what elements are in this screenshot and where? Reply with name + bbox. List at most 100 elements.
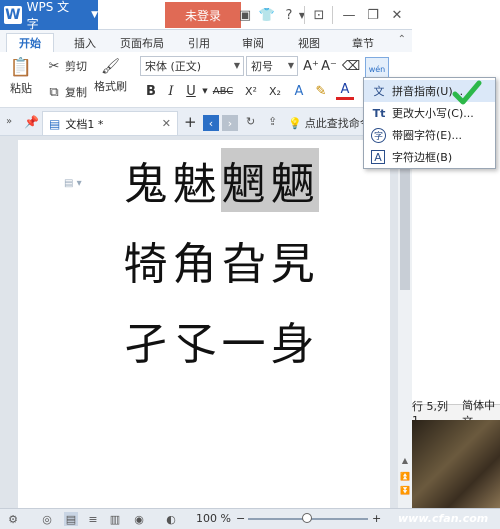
tab-home[interactable]: 开始 (6, 33, 54, 52)
page-up-icon[interactable]: ⏫ (399, 470, 411, 482)
font-color-icon[interactable]: A (336, 82, 354, 100)
eye-icon[interactable]: ◐ (164, 512, 178, 526)
selected-char: 魉 (270, 148, 319, 212)
app-menu-button[interactable]: W WPS 文字 ▼ (0, 0, 98, 31)
tab-review[interactable]: 审阅 (234, 33, 272, 52)
close-icon[interactable]: ✕ (162, 117, 171, 130)
italic-button[interactable]: I (162, 82, 180, 100)
copy-label: 复制 (65, 86, 87, 99)
char: 身 (270, 319, 319, 370)
change-case-icon: Tt (372, 106, 386, 120)
zoom-out-icon[interactable]: − (236, 512, 245, 525)
zoom-in-icon[interactable]: + (372, 512, 381, 525)
tab-view[interactable]: 视图 (290, 33, 328, 52)
char: 角 (172, 239, 221, 290)
superscript-button[interactable]: X² (240, 82, 262, 100)
share-icon[interactable]: ⇪ (268, 115, 277, 128)
zoom-level[interactable]: 100 % (196, 512, 231, 525)
enclosed-char-icon: 字 (371, 127, 386, 143)
highlight-icon[interactable]: ✎ (312, 82, 330, 100)
document-area: ▤ ▾ 鬼 魅 魍 魉 犄 角 旮 旯 孑 孓 一 身 (0, 136, 412, 508)
font-size-select[interactable]: 初号 ▼ (246, 56, 298, 76)
restore-icon[interactable]: ❐ (364, 6, 382, 24)
paste-button[interactable]: 📋 粘贴 (10, 56, 32, 96)
menu-item-char-border[interactable]: A 字符边框(B) (364, 146, 495, 168)
document-tab-name: 文档1 * (65, 117, 104, 131)
tab-page-layout[interactable]: 页面布局 (114, 33, 170, 52)
page-marker-icon: ▤ ▾ (64, 178, 82, 189)
grow-font-icon[interactable]: A⁺ (302, 57, 320, 75)
copy-icon: ⧉ (49, 84, 59, 100)
divider (304, 6, 305, 24)
refresh-icon[interactable]: ↻ (246, 115, 255, 128)
menu-item-label: 字符边框(B) (392, 151, 453, 164)
strikethrough-button[interactable]: ABC (210, 82, 236, 100)
vertical-scrollbar[interactable]: ▲ ⏫ ⏬ (398, 136, 412, 508)
menu-item-enclosed-char[interactable]: 字 带圈字符(E)... (364, 124, 495, 146)
status-bar: ⚙ ◎ ▤ ≡ ▥ ◉ ◐ 100 % − + www.cfan.com (0, 508, 500, 529)
pin-icon[interactable]: 📌 (24, 115, 39, 129)
tab-insert[interactable]: 插入 (66, 33, 104, 52)
prev-tab-icon[interactable]: ‹ (203, 115, 219, 131)
document-page[interactable]: ▤ ▾ 鬼 魅 魍 魉 犄 角 旮 旯 孑 孓 一 身 (18, 140, 390, 508)
ribbon-home: 📋 粘贴 ✂ 剪切 ⧉ 复制 🖌 格式刷 宋体 (正文) ▼ 初号 ▼ A⁺ A… (0, 52, 412, 108)
bold-button[interactable]: B (142, 82, 160, 100)
copy-button[interactable]: ⧉ 复制 (46, 84, 87, 100)
subscript-button[interactable]: X₂ (264, 82, 286, 100)
cut-button[interactable]: ✂ 剪切 (46, 58, 87, 74)
char: 旮 (221, 239, 270, 290)
chevron-down-icon: ▼ (287, 61, 294, 70)
char: 鬼 (123, 159, 172, 210)
text-line-3: 孑 孓 一 身 (123, 308, 319, 372)
page-down-icon[interactable]: ⏬ (399, 484, 411, 496)
char: 魅 (172, 159, 221, 210)
char: 旯 (270, 239, 319, 290)
ribbon-tabs: 开始 插入 页面布局 引用 审阅 视图 章节 ⌃ (0, 30, 412, 52)
document-tab[interactable]: ▤ 文档1 * ✕ (42, 111, 178, 135)
skin-icon[interactable]: ▣ (236, 6, 254, 24)
scroll-up-icon[interactable]: ▲ (399, 454, 411, 466)
text-effect-icon[interactable]: A (290, 82, 308, 100)
page-view-icon[interactable]: ▤ (64, 512, 78, 526)
close-icon[interactable]: ✕ (388, 6, 406, 24)
char: 孓 (172, 319, 221, 370)
tab-references[interactable]: 引用 (180, 33, 218, 52)
web-view-icon[interactable]: ▥ (108, 512, 122, 526)
protect-icon[interactable]: ◉ (132, 512, 146, 526)
font-name-select[interactable]: 宋体 (正文) ▼ (140, 56, 244, 76)
clear-format-icon[interactable]: ⌫ (342, 57, 360, 75)
wps-logo-icon: W (4, 6, 22, 24)
pinyin-badge: wén (368, 64, 386, 74)
login-button[interactable]: 未登录 (165, 2, 241, 28)
checkmark-icon (452, 80, 482, 105)
font-name-value: 宋体 (正文) (145, 60, 202, 73)
menu-item-label: 带圈字符(E)... (392, 129, 463, 142)
minimize-icon[interactable]: — (340, 6, 358, 24)
next-tab-icon[interactable]: › (222, 115, 238, 131)
paste-label: 粘贴 (10, 82, 32, 95)
cut-label: 剪切 (65, 60, 87, 73)
text-line-2: 犄 角 旮 旯 (123, 228, 319, 292)
char: 孑 (123, 319, 172, 370)
reading-mode-icon[interactable]: ◎ (40, 512, 54, 526)
shirt-icon[interactable]: 👕 (258, 6, 276, 24)
shrink-font-icon[interactable]: A⁻ (320, 57, 338, 75)
tab-section[interactable]: 章节 (344, 33, 382, 52)
chevron-up-icon[interactable]: ⌃ (398, 34, 406, 45)
background-photo (412, 420, 500, 508)
scissors-icon: ✂ (48, 58, 60, 74)
background-statusbar: 行 5,列 1 简体中文 (412, 399, 500, 428)
outline-view-icon[interactable]: ≡ (86, 512, 100, 526)
pin-window-icon[interactable]: ⊡ (310, 6, 328, 24)
watermark: www.cfan.com (398, 512, 489, 525)
zoom-slider-knob[interactable] (302, 513, 312, 523)
font-size-value: 初号 (251, 60, 273, 73)
lightbulb-icon: 💡 (288, 116, 302, 130)
format-painter-button[interactable]: 🖌 格式刷 (94, 56, 127, 94)
chevron-down-icon[interactable]: ▼ (293, 6, 311, 24)
collapse-panel-icon[interactable]: » (6, 116, 12, 127)
selected-char: 魍 (221, 148, 270, 212)
find-command-hint[interactable]: 💡 点此查找命令 (288, 115, 371, 131)
new-tab-icon[interactable]: + (184, 113, 197, 131)
settings-icon[interactable]: ⚙ (6, 512, 20, 526)
